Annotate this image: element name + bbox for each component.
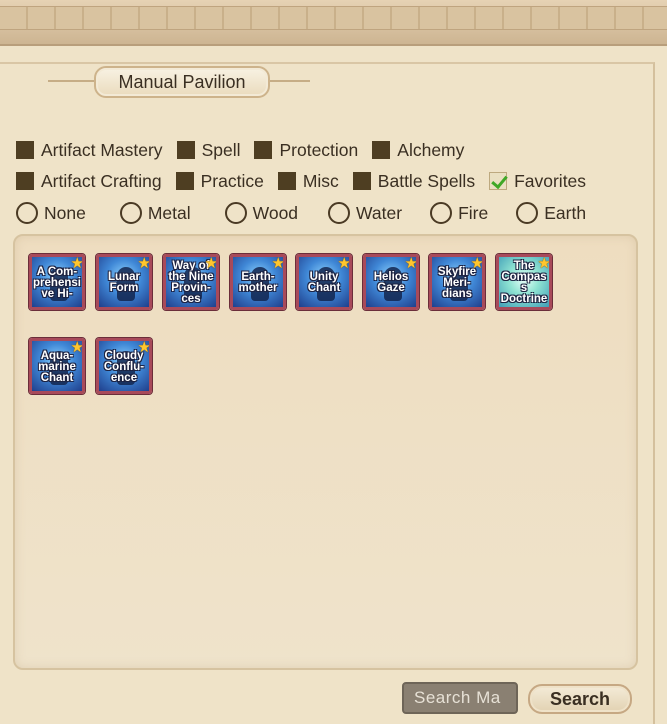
checkbox-icon: [175, 172, 194, 190]
title-banner: Manual Pavilion: [48, 62, 310, 100]
favorite-star-icon: ★: [470, 255, 484, 272]
element-fire[interactable]: Fire: [430, 202, 488, 224]
filter-protection[interactable]: Protection: [254, 140, 358, 161]
filter-artifact-mastery[interactable]: Artifact Mastery: [16, 140, 163, 161]
element-label: Metal: [147, 202, 191, 223]
top-rail-decoration: [0, 6, 667, 30]
manual-item[interactable]: Aqua-marine Chant ★: [29, 338, 85, 394]
filter-label: Artifact Mastery: [41, 139, 163, 160]
manual-item[interactable]: Helios Gaze ★: [363, 254, 419, 310]
checkbox-icon: [254, 141, 273, 159]
favorite-star-icon: ★: [204, 255, 218, 272]
radio-icon: [328, 202, 351, 224]
search-input[interactable]: Search Ma: [402, 682, 518, 714]
page-title: Manual Pavilion: [94, 66, 270, 98]
radio-icon: [119, 202, 142, 224]
filter-artifact-crafting[interactable]: Artifact Crafting: [16, 171, 162, 192]
element-metal[interactable]: Metal: [119, 202, 191, 224]
filter-spell[interactable]: Spell: [176, 139, 241, 161]
filter-label: Protection: [279, 139, 359, 160]
filter-label: Artifact Crafting: [41, 170, 162, 191]
category-filter-row-2: Artifact Crafting Practice Misc Battle S…: [16, 168, 600, 194]
manual-item[interactable]: Way of the Nine Provin-ces ★: [163, 254, 219, 310]
element-none[interactable]: None: [16, 202, 86, 224]
checkmark-icon: [489, 172, 508, 190]
radio-icon: [16, 202, 38, 224]
element-label: Earth: [544, 202, 587, 223]
radio-icon: [516, 202, 539, 224]
title-divider-left: [48, 80, 96, 82]
element-water[interactable]: Water: [328, 202, 402, 224]
favorite-star-icon: ★: [137, 339, 151, 356]
manual-item[interactable]: Cloudy Conflu-ence ★: [96, 338, 152, 394]
filter-favorites[interactable]: Favorites: [489, 171, 586, 192]
checkbox-icon: [16, 141, 34, 159]
filter-label: Misc: [302, 170, 339, 191]
category-filter-row-1: Artifact Mastery Spell Protection Alchem…: [16, 137, 478, 163]
filter-label: Battle Spells: [377, 170, 476, 191]
filter-practice[interactable]: Practice: [175, 170, 264, 192]
search-button[interactable]: Search: [528, 684, 632, 714]
element-wood[interactable]: Wood: [224, 202, 299, 224]
title-divider-right: [270, 80, 310, 82]
checkbox-icon: [176, 141, 195, 159]
filter-label: Alchemy: [397, 139, 465, 160]
filter-misc[interactable]: Misc: [277, 170, 339, 192]
favorite-star-icon: ★: [70, 339, 84, 356]
element-earth[interactable]: Earth: [516, 202, 586, 224]
favorite-star-icon: ★: [337, 255, 351, 272]
favorite-star-icon: ★: [137, 255, 151, 272]
checkbox-icon: [277, 172, 296, 190]
filter-alchemy[interactable]: Alchemy: [372, 140, 464, 161]
manual-item[interactable]: Unity Chant ★: [296, 254, 352, 310]
filter-label: Spell: [201, 139, 241, 160]
element-label: None: [44, 202, 86, 223]
checkbox-icon: [372, 141, 391, 159]
top-frame: [0, 0, 667, 46]
filter-label: Favorites: [514, 170, 587, 191]
element-label: Wood: [252, 202, 299, 223]
manual-item[interactable]: A Com-prehensive Hi- ★: [29, 254, 85, 310]
radio-icon: [430, 202, 453, 224]
filter-label: Practice: [200, 170, 264, 191]
checkbox-icon: [16, 172, 34, 190]
radio-icon: [224, 202, 247, 224]
element-label: Water: [356, 202, 403, 223]
favorite-star-icon: ★: [537, 255, 551, 272]
filter-battle-spells[interactable]: Battle Spells: [352, 170, 476, 192]
favorite-star-icon: ★: [70, 255, 84, 272]
favorite-star-icon: ★: [404, 255, 418, 272]
manual-item[interactable]: Lunar Form ★: [96, 254, 152, 310]
checkbox-icon: [352, 172, 371, 190]
element-label: Fire: [458, 202, 489, 223]
manual-item[interactable]: Skyfire Meri-dians ★: [429, 254, 485, 310]
manual-item[interactable]: Earth-mother ★: [230, 254, 286, 310]
element-filter-row: None Metal Wood Water Fire Earth: [16, 200, 586, 226]
manual-item[interactable]: The Compass Doctrine ★: [496, 254, 552, 310]
favorite-star-icon: ★: [271, 255, 285, 272]
